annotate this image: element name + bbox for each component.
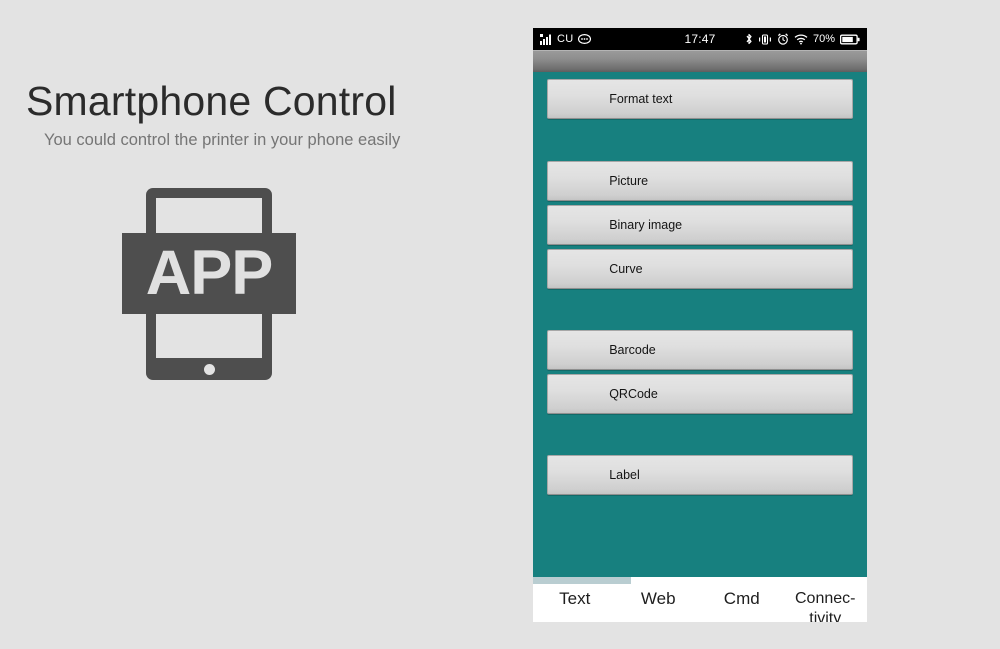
tab-indicator-track — [533, 577, 867, 584]
signal-bars-icon — [540, 33, 553, 45]
button-format-text[interactable]: Format text — [547, 79, 853, 119]
alarm-clock-icon — [777, 33, 789, 45]
button-label: Binary image — [609, 218, 683, 232]
vibrate-icon — [758, 33, 772, 45]
button-label[interactable]: Label — [547, 455, 853, 495]
status-bar: CU 17:47 70% — [533, 28, 867, 50]
page-title: Smartphone Control — [26, 78, 397, 124]
page-subtitle: You could control the printer in your ph… — [44, 131, 401, 149]
button-binary-image[interactable]: Binary image — [547, 205, 853, 245]
app-label-text: APP — [145, 238, 274, 308]
battery-percent-label: 70% — [812, 33, 835, 45]
left-panel: Smartphone Control You could control the… — [0, 0, 520, 649]
app-phone-icon: APP — [122, 188, 296, 384]
app-action-bar — [533, 50, 867, 72]
carrier-label: CU — [557, 33, 574, 45]
button-label: QRCode — [609, 387, 658, 401]
button-label: Curve — [609, 262, 643, 276]
message-bubble-icon — [577, 33, 591, 45]
selected-tab-indicator — [533, 577, 631, 584]
button-label: Barcode — [609, 343, 656, 357]
status-bar-right: 70% — [745, 33, 860, 45]
battery-icon — [840, 34, 860, 45]
main-content-panel: Format text Picture Binary image Curve B… — [533, 72, 867, 577]
button-picture[interactable]: Picture — [547, 161, 853, 201]
wifi-icon — [794, 33, 808, 45]
button-curve[interactable]: Curve — [547, 249, 853, 289]
button-label: Format text — [609, 92, 673, 106]
bottom-tab-bar: Text Web Cmd Connec-tivity — [533, 577, 867, 622]
phone-home-button-shape — [204, 364, 215, 375]
status-bar-left: CU — [540, 33, 591, 45]
button-barcode[interactable]: Barcode — [547, 330, 853, 370]
phone-screenshot: CU 17:47 70% Format text Picture Binary … — [533, 28, 867, 622]
button-label: Picture — [609, 174, 649, 188]
button-qrcode[interactable]: QRCode — [547, 374, 853, 414]
bluetooth-icon — [745, 33, 753, 45]
button-label-text: Label — [609, 468, 640, 482]
